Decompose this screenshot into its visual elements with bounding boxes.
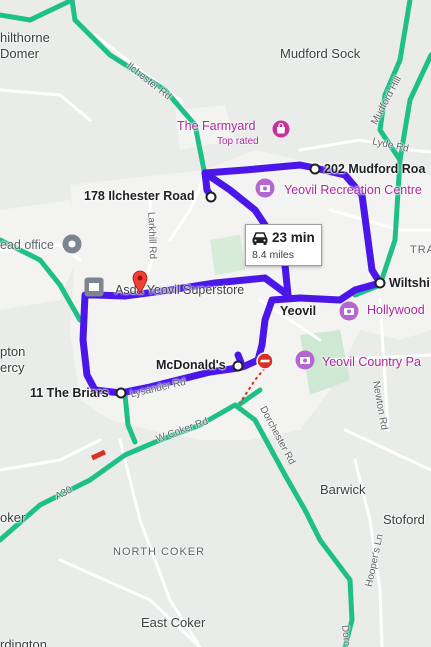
map-base	[0, 0, 431, 647]
town-label-stoford: Stoford	[383, 512, 425, 527]
town-label-yeovil: Yeovil	[280, 304, 317, 318]
town-label-east-coker: East Coker	[141, 615, 206, 630]
district-label-north-coker: NORTH COKER	[113, 546, 206, 558]
town-label-barwick: Barwick	[320, 482, 366, 497]
stop-label-wiltshire[interactable]: Wiltshi	[389, 276, 430, 290]
poi-label-hollywood[interactable]: Hollywood	[367, 303, 425, 317]
stop-marker-icon[interactable]	[115, 387, 127, 399]
route-summary-callout[interactable]: 23 min 8.4 miles	[245, 224, 322, 266]
town-label-chilthorne: hilthorne	[0, 30, 50, 45]
poi-sub-farmyard: Top rated	[217, 136, 259, 147]
map-canvas[interactable]: Ilchester Rd Larkhill Rd Lysander Rd W C…	[0, 0, 431, 647]
town-label-domer: Domer	[0, 46, 40, 61]
store-icon[interactable]	[84, 277, 104, 297]
gray-pin-icon[interactable]	[62, 234, 82, 254]
no-entry-icon[interactable]	[256, 352, 274, 370]
stop-marker-icon[interactable]	[374, 277, 386, 289]
camera-icon[interactable]	[339, 301, 359, 321]
stop-label-mcdonalds[interactable]: McDonald's	[156, 358, 226, 372]
poi-label-farmyard[interactable]: The Farmyard	[177, 119, 256, 133]
shopping-bag-icon[interactable]	[272, 120, 290, 138]
camera-icon[interactable]	[295, 350, 315, 370]
town-label-oker: oker	[0, 510, 26, 525]
town-label-mudford-sock: Mudford Sock	[280, 46, 361, 61]
camera-icon[interactable]	[255, 178, 275, 198]
stop-label-mudford-road[interactable]: 202 Mudford Roa	[324, 162, 425, 176]
car-icon	[252, 232, 268, 245]
town-label-ercy: ercy	[0, 360, 25, 375]
town-label-tra: TRA	[410, 244, 431, 256]
road-label-dorc: Dorc	[339, 624, 352, 647]
poi-label-head-office[interactable]: ead office	[0, 238, 54, 252]
stop-marker-icon[interactable]	[232, 360, 244, 372]
stop-marker-icon[interactable]	[205, 191, 217, 203]
route-distance: 8.4 miles	[252, 249, 295, 261]
red-pin-icon[interactable]	[132, 270, 148, 294]
route-time: 23 min	[272, 230, 315, 245]
stop-label-ilchester-road[interactable]: 178 Ilchester Road	[84, 189, 194, 203]
poi-label-recreation-centre[interactable]: Yeovil Recreation Centre	[284, 183, 422, 197]
town-label-rdington: rdington	[0, 637, 47, 647]
road-label-larkhill: Larkhill Rd	[145, 211, 158, 260]
stop-label-the-briars[interactable]: 11 The Briars	[30, 386, 109, 400]
town-label-pton: pton	[0, 344, 26, 359]
poi-label-country-park[interactable]: Yeovil Country Pa	[322, 355, 421, 369]
stop-marker-icon[interactable]	[309, 163, 321, 175]
